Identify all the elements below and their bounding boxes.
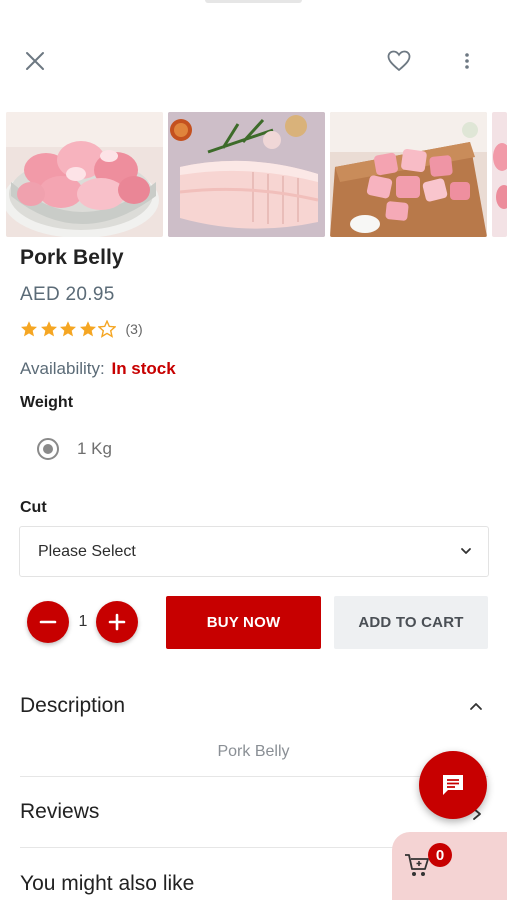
top-bar <box>0 40 507 80</box>
cart-count-badge: 0 <box>428 843 452 867</box>
cut-label: Cut <box>20 499 47 516</box>
star-filled-icon <box>79 321 96 337</box>
weight-label: Weight <box>20 394 74 411</box>
radio-selected-icon[interactable] <box>37 438 59 460</box>
stock-status: In stock <box>111 359 176 378</box>
favorite-button[interactable] <box>384 46 414 76</box>
product-title: Pork Belly <box>20 246 124 269</box>
star-filled-icon <box>40 321 57 337</box>
rating-stars <box>20 320 118 338</box>
quantity-decrease-button[interactable] <box>27 601 69 643</box>
availability-label: Availability: <box>20 359 105 378</box>
rating-count: (3) <box>125 321 143 337</box>
pork-cubes-board-image[interactable] <box>330 112 487 237</box>
star-empty-icon <box>98 320 116 338</box>
description-header[interactable]: Description <box>20 694 125 718</box>
weight-option-radio[interactable]: 1 Kg <box>37 438 112 460</box>
plus-icon <box>108 613 126 631</box>
buy-now-button[interactable]: BUY NOW <box>166 596 321 649</box>
quantity-increase-button[interactable] <box>96 601 138 643</box>
quantity-value: 1 <box>78 613 88 630</box>
also-like-header: You might also like <box>20 872 195 895</box>
chevron-down-icon <box>461 548 471 554</box>
pork-belly-slab-image[interactable] <box>168 112 325 237</box>
availability: Availability: In stock <box>20 359 176 379</box>
add-to-cart-button[interactable]: ADD TO CART <box>334 596 488 649</box>
cart-icon <box>405 854 429 876</box>
product-rating[interactable]: (3) <box>20 318 143 340</box>
product-price: AED 20.95 <box>20 284 115 305</box>
minus-icon <box>39 620 57 624</box>
reviews-header[interactable]: Reviews <box>20 800 99 824</box>
star-filled-icon <box>60 321 76 337</box>
product-image-gallery[interactable] <box>6 112 507 237</box>
chat-icon <box>443 775 463 795</box>
floating-cart[interactable]: 0 <box>392 832 507 900</box>
more-vertical-icon <box>465 53 469 69</box>
chat-button[interactable] <box>419 751 487 819</box>
heart-icon <box>387 50 411 72</box>
more-options-button[interactable] <box>455 46 479 76</box>
chevron-up-icon[interactable] <box>468 699 484 715</box>
status-bar-handle <box>205 0 302 3</box>
cut-select-value: Please Select <box>38 542 136 560</box>
pork-cubes-bowl-image[interactable] <box>6 112 163 237</box>
close-icon <box>26 52 44 70</box>
star-filled-icon <box>21 321 37 337</box>
pork-partial-image[interactable] <box>492 112 507 237</box>
divider <box>20 776 488 777</box>
cut-select[interactable]: Please Select <box>19 526 489 577</box>
close-button[interactable] <box>20 46 50 76</box>
weight-option-label: 1 Kg <box>77 439 112 458</box>
